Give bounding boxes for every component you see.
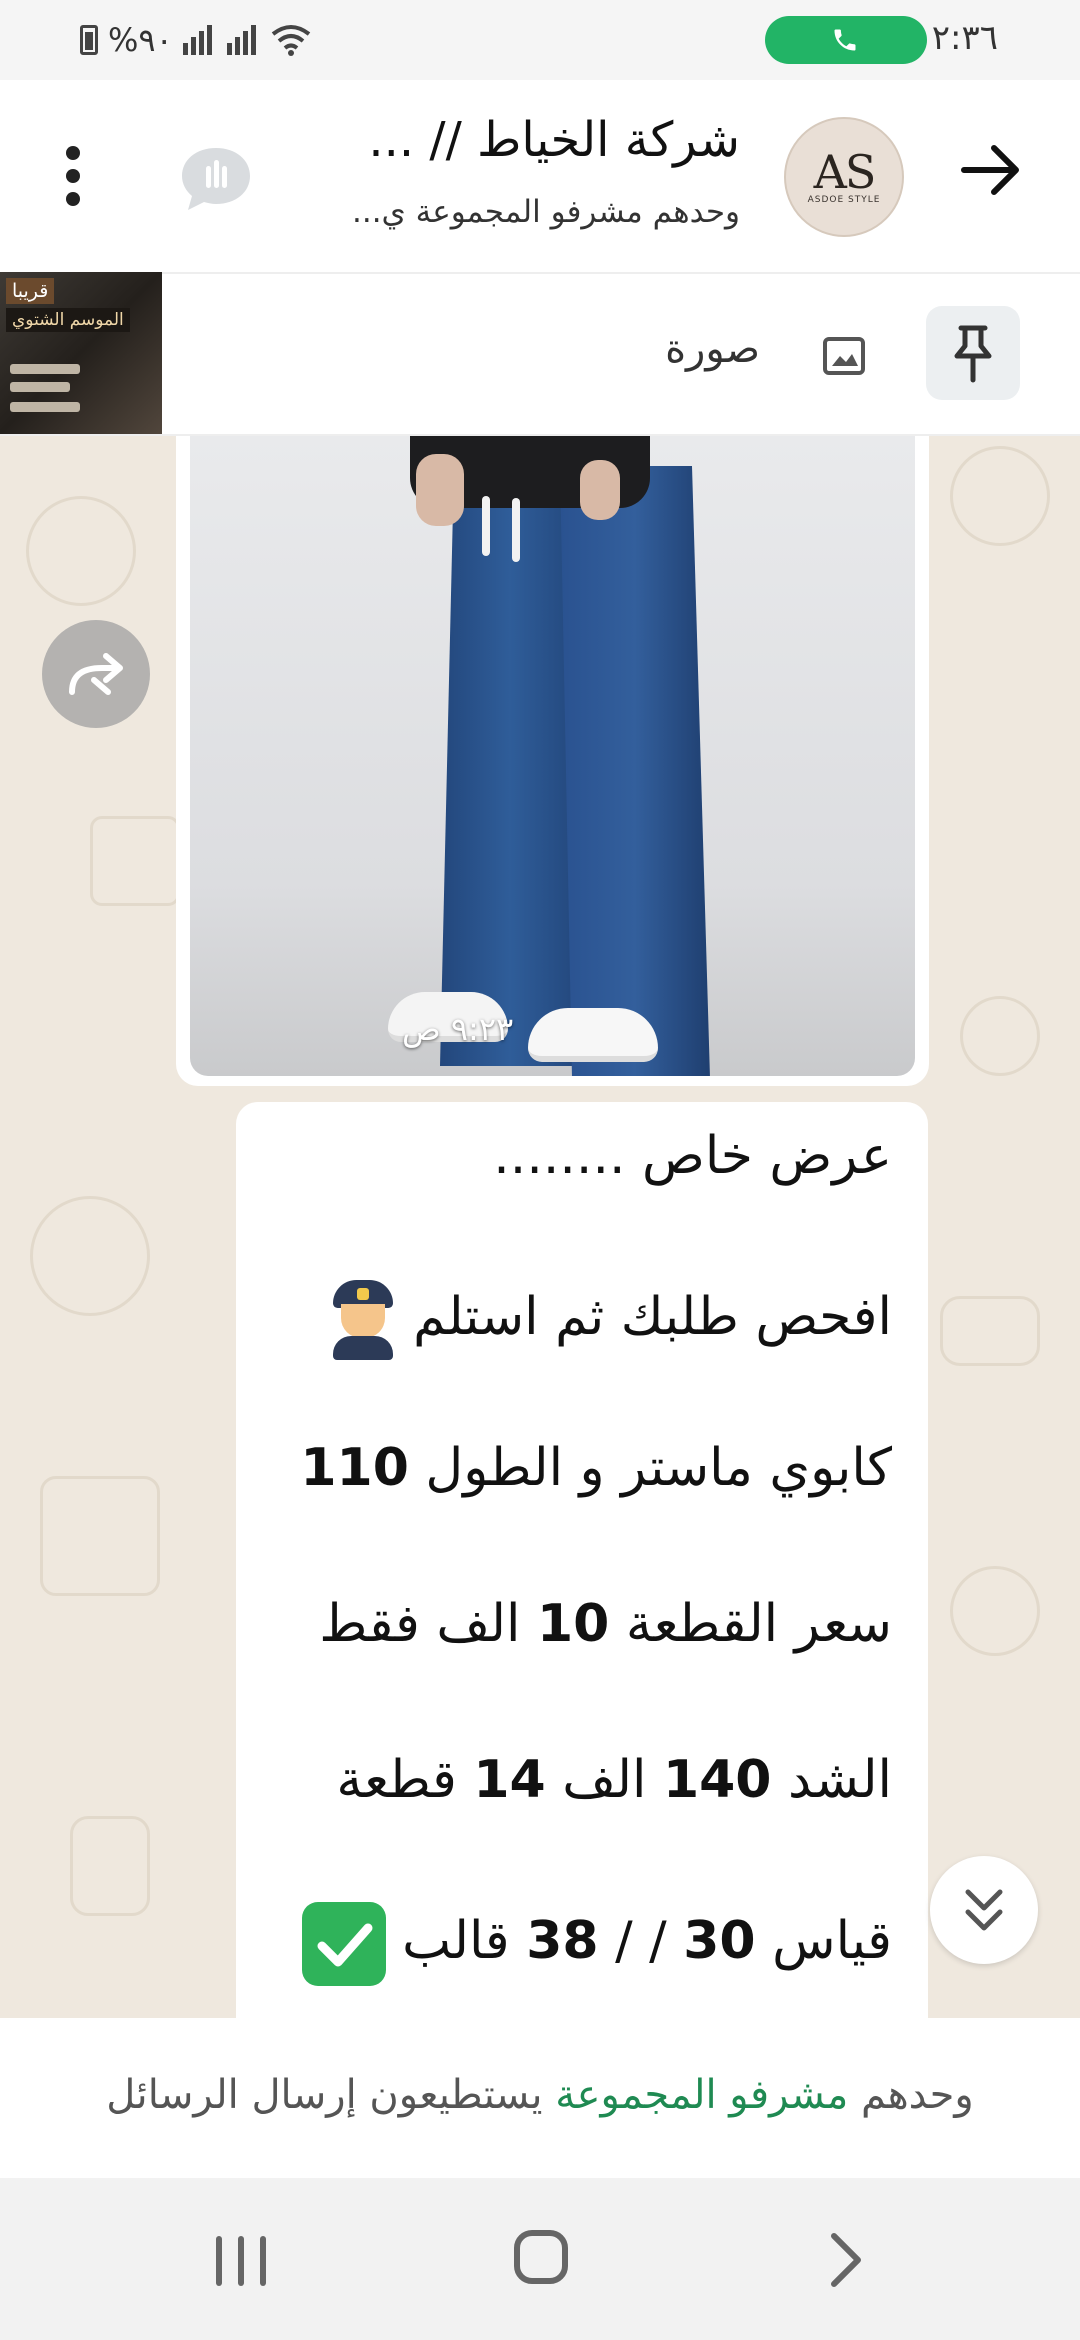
message-line-1: عرض خاص ........ xyxy=(493,1126,892,1186)
forward-icon xyxy=(69,653,123,695)
avatar-logo: AS xyxy=(813,145,877,199)
drawstring-left xyxy=(482,496,490,556)
message-line-4-pre: سعر القطعة xyxy=(625,1594,892,1654)
double-chevron-down-icon xyxy=(965,1889,1003,1931)
notice-text: وحدهم مشرفو المجموعة يستطيعون إرسال الرس… xyxy=(40,2072,1040,2118)
wifi-icon xyxy=(271,25,311,56)
forward-button[interactable] xyxy=(42,620,150,728)
text-message[interactable]: عرض خاص ........ افحص طلبك ثم استلم كابو… xyxy=(236,1102,928,2018)
chat-header xyxy=(0,80,1080,270)
image-icon xyxy=(823,337,865,375)
back-arrow-icon[interactable] xyxy=(960,140,1024,200)
message-line-5-number-2: 14 xyxy=(473,1750,546,1810)
notice-pre: وحدهم xyxy=(860,2072,974,2118)
message-line-4-post: الف فقط xyxy=(319,1594,521,1654)
status-indicators: %٩٠ xyxy=(80,18,311,62)
pinned-thumbnail-title: قريبا xyxy=(6,278,55,304)
group-avatar[interactable]: AS ASDOE STYLE xyxy=(784,117,904,237)
message-line-3: كابوي ماستر و الطول 110 xyxy=(264,1438,892,1498)
recents-button[interactable] xyxy=(216,2236,266,2286)
message-line-6-number-1: 30 xyxy=(683,1911,756,1971)
signal-icon-2 xyxy=(226,25,261,55)
pin-button[interactable] xyxy=(926,306,1020,400)
pin-icon xyxy=(954,325,992,383)
scroll-down-button[interactable] xyxy=(930,1856,1038,1964)
pinned-label: صورة xyxy=(665,326,760,372)
group-subtitle[interactable]: وحدهم مشرفو المجموعة ي... xyxy=(300,194,740,230)
message-line-6-mid: / / xyxy=(615,1911,667,1971)
message-line-4: سعر القطعة 10 الف فقط xyxy=(264,1594,892,1654)
message-line-5-pre: الشد xyxy=(788,1750,892,1810)
police-officer-icon xyxy=(329,1280,397,1360)
back-button[interactable] xyxy=(826,2230,866,2290)
message-line-5-post: قطعة xyxy=(336,1750,457,1810)
message-line-2-text: افحص طلبك ثم استلم xyxy=(413,1287,892,1347)
check-mark-icon xyxy=(301,1902,386,1986)
message-line-6-pre: قياس xyxy=(772,1911,892,1971)
jeans-leg-right xyxy=(560,466,710,1076)
pinned-thumbnail[interactable]: قريبا الموسم الشتوي xyxy=(0,272,162,434)
message-line-6: قياس 30 / / 38 قالب xyxy=(264,1902,892,1986)
pinned-message-bar[interactable] xyxy=(0,272,1080,436)
message-line-6-number-2: 38 xyxy=(526,1911,599,1971)
phone-icon xyxy=(834,29,856,51)
system-navigation-bar xyxy=(0,2178,1080,2340)
avatar-logo-sub: ASDOE STYLE xyxy=(807,195,881,205)
hand-left xyxy=(416,454,464,526)
message-line-4-number: 10 xyxy=(537,1594,610,1654)
battery-level: %٩٠ xyxy=(108,21,173,59)
hand-right xyxy=(580,460,620,520)
message-timestamp: ٩:٢٣ ص xyxy=(402,1010,514,1048)
admins-only-notice: وحدهم مشرفو المجموعة يستطيعون إرسال الرس… xyxy=(0,2018,1080,2178)
message-line-5: الشد 140 الف 14 قطعة xyxy=(264,1750,892,1810)
chat-area[interactable]: ٩:٢٣ ص عرض خاص ........ افحص طلبك ثم است… xyxy=(0,436,1080,2018)
pinned-thumbnail-subtitle: الموسم الشتوي xyxy=(6,308,130,332)
group-title[interactable]: شركة الخياط // ... xyxy=(300,112,740,168)
signal-icon xyxy=(182,25,217,55)
voice-chat-icon[interactable] xyxy=(176,142,256,214)
message-line-3-text: كابوي ماستر و الطول xyxy=(425,1438,892,1498)
ongoing-call-pill[interactable] xyxy=(765,16,927,64)
message-line-3-number: 110 xyxy=(300,1438,409,1498)
home-button[interactable] xyxy=(514,2230,568,2284)
image-message[interactable]: ٩:٢٣ ص xyxy=(176,436,929,1086)
notice-post: يستطيعون إرسال الرسائل xyxy=(106,2072,543,2118)
jeans-photo[interactable]: ٩:٢٣ ص xyxy=(190,436,915,1076)
shoe-right xyxy=(528,1008,658,1062)
message-line-5-number-1: 140 xyxy=(662,1750,772,1810)
clock: ٢:٣٦ xyxy=(931,18,998,58)
status-bar: %٩٠ ٢:٣٦ xyxy=(0,0,1080,80)
battery-icon xyxy=(80,25,98,55)
message-line-5-mid: الف xyxy=(562,1750,647,1810)
admins-link[interactable]: مشرفو المجموعة xyxy=(555,2072,848,2118)
drawstring-right xyxy=(512,498,520,562)
message-line-2: افحص طلبك ثم استلم xyxy=(264,1280,892,1360)
message-line-6-post: قالب xyxy=(402,1911,510,1971)
more-options-icon[interactable] xyxy=(66,146,80,206)
jeans-leg-left xyxy=(440,466,580,1066)
